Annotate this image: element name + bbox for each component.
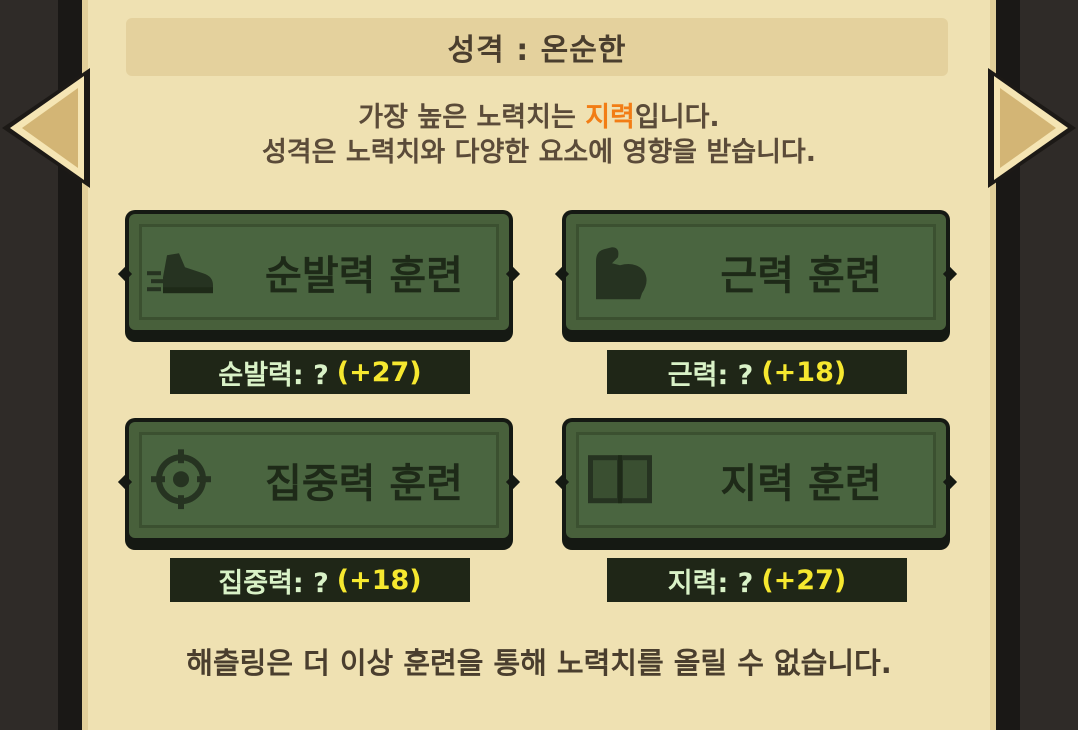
strength-stat: 근력: ? (+18)	[607, 350, 907, 394]
muscle-arm-icon	[596, 247, 647, 300]
info-line-1-prefix: 가장 높은 노력치는	[358, 102, 586, 133]
training-label: 순발력 훈련	[265, 253, 463, 299]
stat-name: 순발력: ?	[218, 359, 329, 391]
strength-training-button[interactable]: 근력 훈련	[554, 210, 958, 342]
book-icon	[588, 455, 652, 504]
highest-stat-highlight: 지력	[585, 102, 635, 133]
stat-gain: (+27)	[336, 356, 422, 388]
stat-name: 근력: ?	[667, 359, 754, 391]
training-label: 지력 훈련	[720, 461, 882, 507]
stat-name: 지력: ?	[667, 567, 754, 599]
effort-info: 가장 높은 노력치는 지력입니다. 성격은 노력치와 다양한 요소에 영향을 받…	[82, 100, 996, 170]
previous-arrow-icon[interactable]	[0, 64, 92, 192]
personality-header: 성격 : 온순한	[126, 18, 948, 76]
focus-stat: 집중력: ? (+18)	[170, 558, 470, 602]
stat-gain: (+18)	[336, 564, 422, 596]
stat-gain: (+27)	[761, 564, 847, 596]
info-line-2: 성격은 노력치와 다양한 요소에 영향을 받습니다.	[261, 137, 817, 168]
training-label: 집중력 훈련	[265, 461, 463, 507]
focus-training-button[interactable]: 집중력 훈련	[117, 418, 521, 550]
stat-gain: (+18)	[761, 356, 847, 388]
info-line-1: 가장 높은 노력치는 지력입니다.	[82, 100, 996, 135]
agility-stat: 순발력: ? (+27)	[170, 350, 470, 394]
shoe-icon	[147, 253, 213, 294]
intelligence-training-button[interactable]: 지력 훈련	[554, 418, 958, 550]
training-panel: 성격 : 온순한 가장 높은 노력치는 지력입니다. 성격은 노력치와 다양한 …	[82, 0, 996, 730]
agility-training-button[interactable]: 순발력 훈련	[117, 210, 521, 342]
training-label: 근력 훈련	[720, 253, 882, 299]
stat-name: 집중력: ?	[218, 567, 329, 599]
training-limit-message: 해츨링은 더 이상 훈련을 통해 노력치를 올릴 수 없습니다.	[186, 646, 892, 680]
crosshair-icon	[151, 449, 211, 510]
next-arrow-icon[interactable]	[986, 64, 1078, 192]
info-line-1-suffix: 입니다.	[634, 102, 720, 133]
personality-title: 성격 : 온순한	[447, 33, 627, 68]
intelligence-stat: 지력: ? (+27)	[607, 558, 907, 602]
